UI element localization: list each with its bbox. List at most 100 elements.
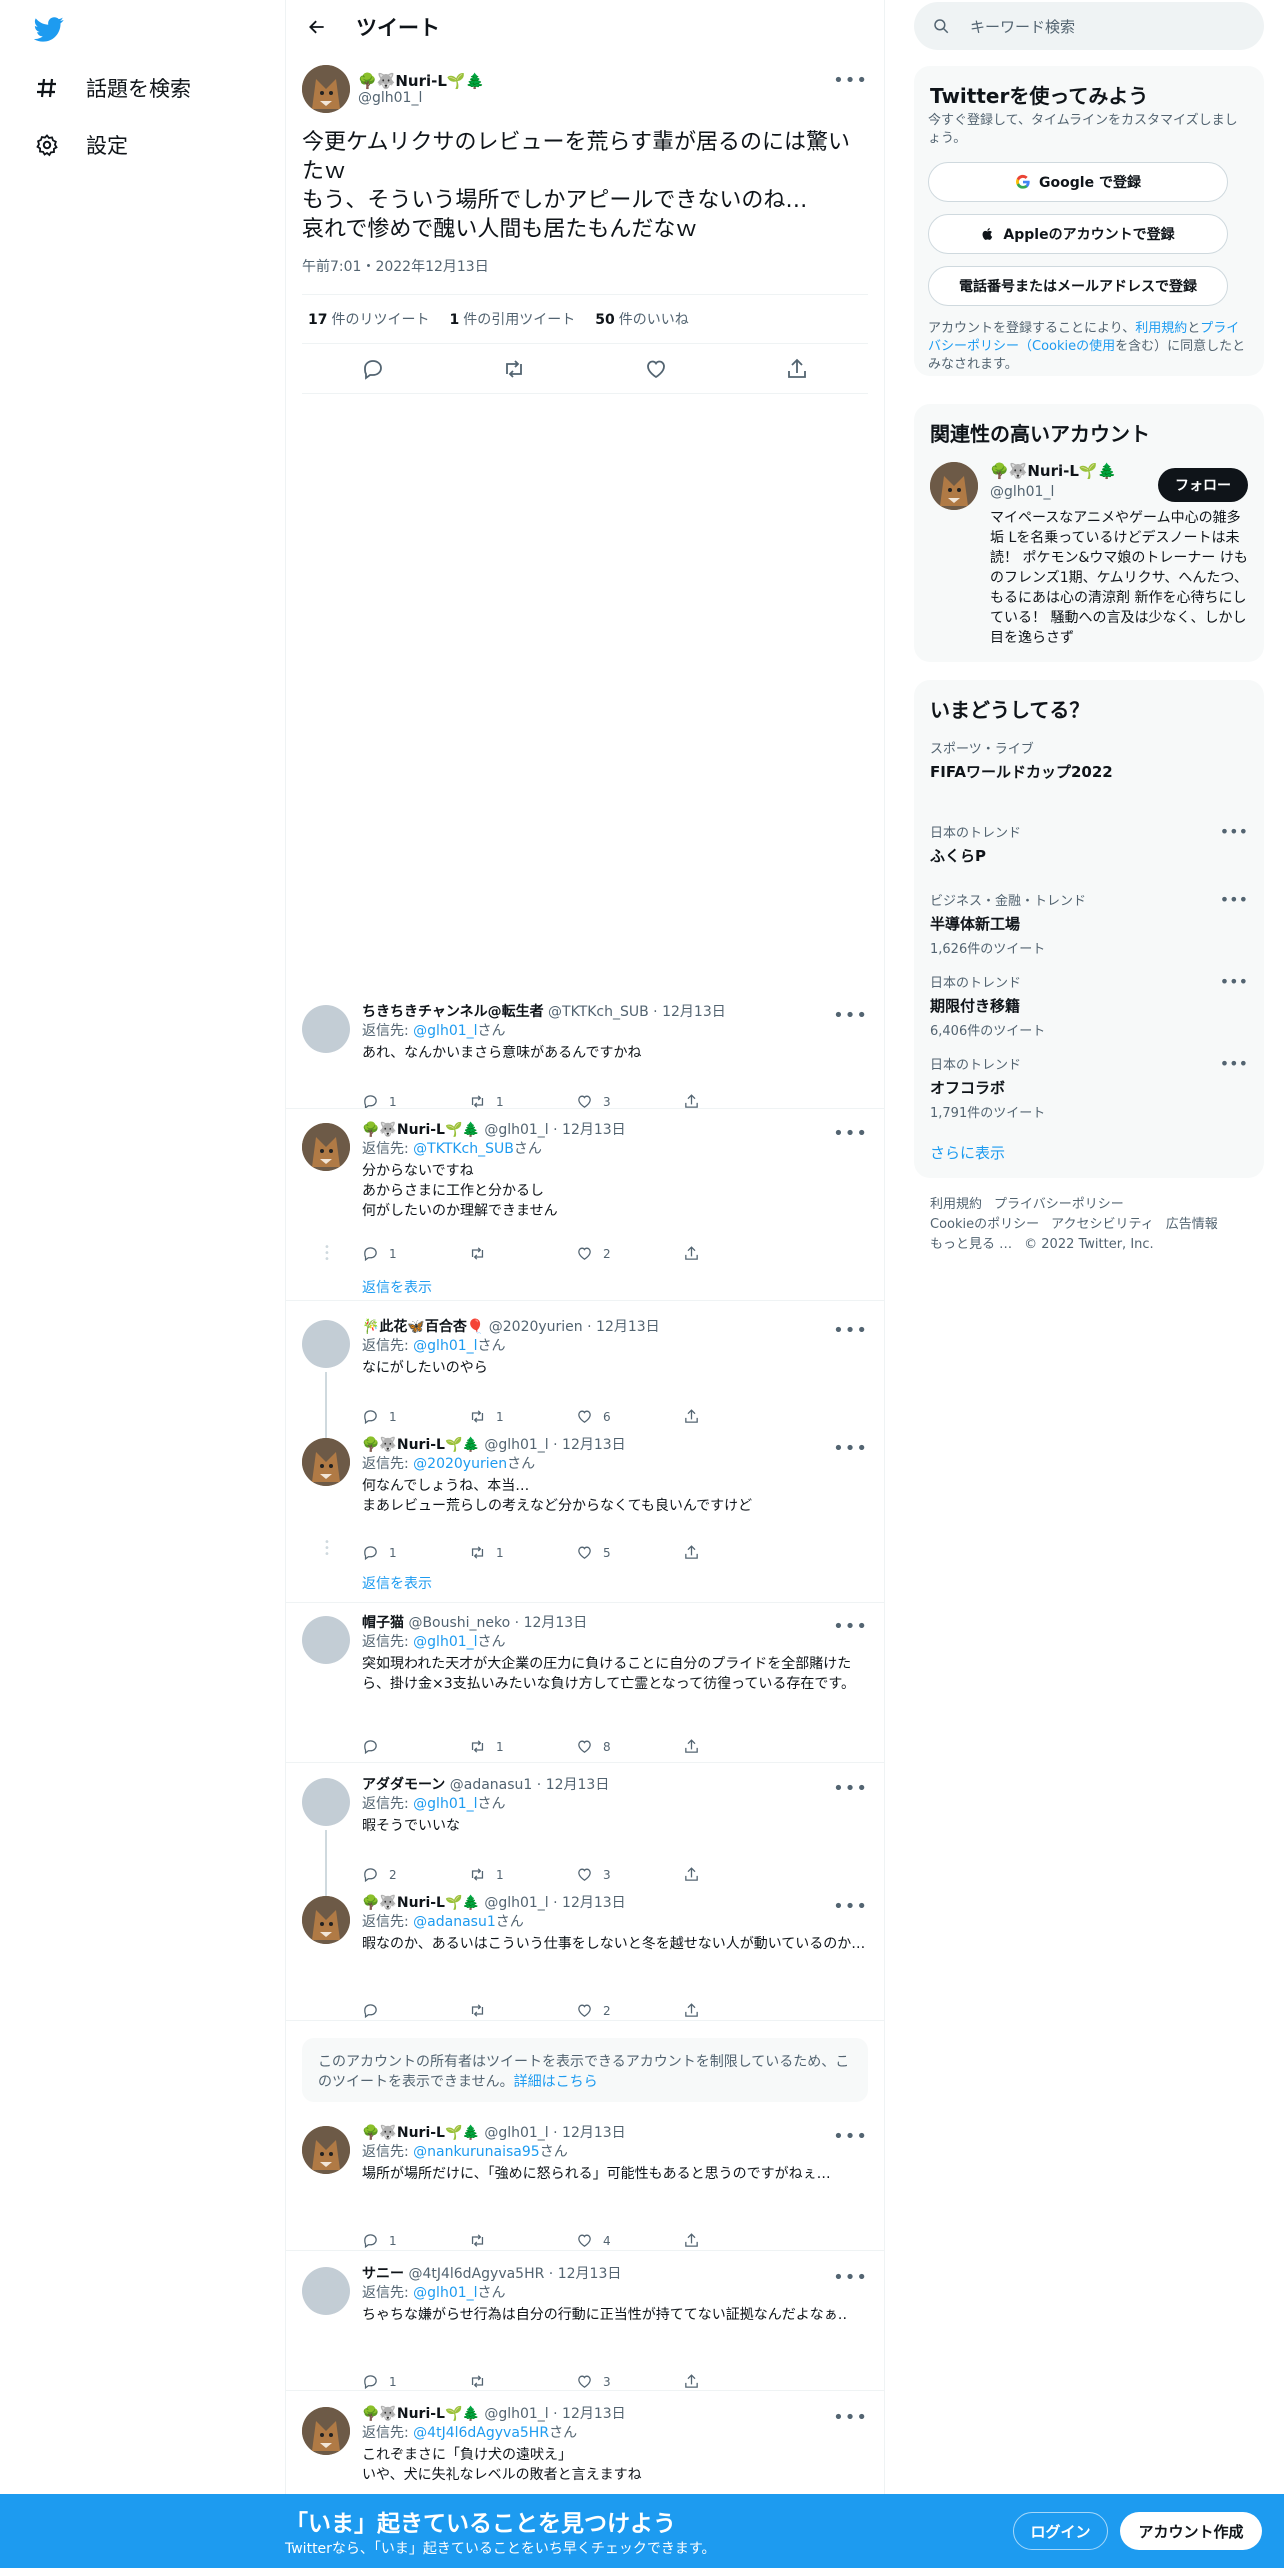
retweet-button[interactable]: 1 — [469, 1866, 576, 1883]
reply-tweet[interactable]: 🎋此花🦋百合杏🎈 @2020yurien · 12月13日 返信先: @glh0… — [286, 1310, 884, 1472]
trend-item[interactable]: 日本のトレンド オフコラボ 1,791件のツイート ••• — [930, 1054, 1248, 1121]
reply-tweet[interactable]: ちきちきチャンネル@転生者 @TKTKch_SUB · 12月13日 返信先: … — [286, 995, 884, 1115]
trend-item[interactable]: 日本のトレンド ふくらP ••• — [930, 822, 1248, 866]
reply-button[interactable]: 1 — [362, 1408, 469, 1425]
footer-link-more[interactable]: もっと見る … — [930, 1237, 1012, 1252]
reply-author-handle[interactable]: @2020yurien — [489, 1319, 583, 1335]
more-options-icon[interactable]: ••• — [833, 2126, 868, 2147]
like-button[interactable]: 4 — [576, 2232, 683, 2249]
retweet-button[interactable]: 1 — [469, 1408, 576, 1425]
main-tweet-author[interactable]: 🌳🐺Nuri-L🌱🌲 @glh01_l ••• — [302, 64, 868, 114]
more-options-icon[interactable]: ••• — [833, 1616, 868, 1637]
retweet-button[interactable]: 1 — [469, 1544, 576, 1561]
more-options-icon[interactable]: ••• — [833, 2407, 868, 2428]
reply-author-handle[interactable]: @glh01_l — [484, 2406, 548, 2422]
footer-link-terms[interactable]: 利用規約 — [930, 1197, 982, 1212]
trend-more-icon[interactable]: ••• — [1220, 1054, 1248, 1073]
reply-author-name[interactable]: 🌳🐺Nuri-L🌱🌲 — [362, 2406, 480, 2422]
reply-to-link[interactable]: @4tJ4l6dAgyva5HR — [413, 2425, 549, 2441]
follow-button[interactable]: フォロー — [1158, 468, 1248, 502]
reply-to-link[interactable]: @nankurunaisa95 — [413, 2144, 540, 2160]
share-button[interactable] — [683, 2373, 790, 2390]
like-button[interactable]: 3 — [576, 2373, 683, 2390]
reply-to-link[interactable]: @glh01_l — [413, 1338, 477, 1354]
reply-to-link[interactable]: @glh01_l — [413, 1796, 477, 1812]
reply-author-name[interactable]: 🌳🐺Nuri-L🌱🌲 — [362, 2125, 480, 2141]
avatar[interactable] — [302, 1896, 350, 1944]
likes-stat[interactable]: 50 件のいいね — [595, 309, 688, 329]
avatar[interactable] — [302, 1005, 350, 1053]
share-button[interactable] — [683, 1738, 790, 1755]
avatar[interactable] — [302, 2267, 350, 2315]
share-icon[interactable] — [785, 357, 809, 381]
reply-tweet[interactable]: 🌳🐺Nuri-L🌱🌲 @glh01_l · 12月13日 返信先: @2020y… — [286, 1428, 884, 1566]
reply-date[interactable]: 12月13日 — [524, 1615, 588, 1631]
trend-item[interactable]: スポーツ・ライブ FIFAワールドカップ2022 — [930, 738, 1248, 782]
reply-to-link[interactable]: @glh01_l — [413, 1634, 477, 1650]
reply-to-link[interactable]: @2020yurien — [413, 1456, 507, 1472]
reply-button[interactable]: 2 — [362, 1866, 469, 1883]
reply-author-name[interactable]: 🎋此花🦋百合杏🎈 — [362, 1319, 484, 1335]
like-icon[interactable] — [644, 357, 668, 381]
reply-button[interactable]: 1 — [362, 2232, 469, 2249]
reply-author-handle[interactable]: @glh01_l — [484, 1122, 548, 1138]
reply-author-handle[interactable]: @Boushi_neko — [408, 1615, 510, 1631]
reply-author-name[interactable]: 🌳🐺Nuri-L🌱🌲 — [362, 1122, 480, 1138]
reply-tweet[interactable]: 🌳🐺Nuri-L🌱🌲 @glh01_l · 12月13日 返信先: @adana… — [286, 1886, 884, 2024]
reply-button[interactable]: 1 — [362, 1544, 469, 1561]
nav-settings[interactable]: 設定 — [34, 130, 128, 160]
twitter-logo-icon[interactable] — [34, 14, 64, 44]
share-button[interactable] — [683, 1245, 790, 1262]
reply-author-handle[interactable]: @glh01_l — [484, 1895, 548, 1911]
reply-button[interactable] — [362, 2002, 469, 2019]
nav-explore[interactable]: 話題を検索 — [34, 73, 191, 103]
like-button[interactable]: 3 — [576, 1866, 683, 1883]
more-options-icon[interactable]: ••• — [833, 1896, 868, 1917]
reply-to-link[interactable]: @TKTKch_SUB — [413, 1141, 514, 1157]
reply-date[interactable]: 12月13日 — [562, 1895, 626, 1911]
avatar[interactable] — [302, 1778, 350, 1826]
avatar[interactable] — [930, 462, 978, 510]
like-button[interactable]: 5 — [576, 1544, 683, 1561]
retweet-button[interactable] — [469, 2232, 576, 2249]
reply-author-name[interactable]: ちきちきチャンネル@転生者 — [362, 1004, 544, 1020]
like-button[interactable]: 6 — [576, 1408, 683, 1425]
like-button[interactable]: 2 — [576, 1245, 683, 1262]
more-options-icon[interactable]: ••• — [833, 1123, 868, 1144]
reply-date[interactable]: 12月13日 — [596, 1319, 660, 1335]
quotes-stat[interactable]: 1 件の引用ツイート — [449, 309, 575, 329]
avatar[interactable] — [302, 2407, 350, 2455]
retweets-stat[interactable]: 17 件のリツイート — [308, 309, 429, 329]
signup-button[interactable]: アカウント作成 — [1120, 2512, 1262, 2550]
share-button[interactable] — [683, 1866, 790, 1883]
login-button[interactable]: ログイン — [1013, 2512, 1108, 2550]
more-options-icon[interactable]: ••• — [833, 1778, 868, 1799]
reply-tweet[interactable]: サニー @4tJ4l6dAgyva5HR · 12月13日 返信先: @glh0… — [286, 2257, 884, 2395]
reply-author-name[interactable]: サニー — [362, 2266, 404, 2282]
footer-link-cookie[interactable]: Cookieのポリシー — [930, 1217, 1039, 1232]
apple-signup-button[interactable]: Appleのアカウントで登録 — [928, 214, 1228, 254]
share-button[interactable] — [683, 2232, 790, 2249]
reply-button[interactable]: 1 — [362, 2373, 469, 2390]
avatar[interactable] — [302, 2126, 350, 2174]
retweet-button[interactable]: 1 — [469, 1738, 576, 1755]
retweet-button[interactable] — [469, 1245, 576, 1262]
reply-to-link[interactable]: @glh01_l — [413, 2285, 477, 2301]
share-button[interactable] — [683, 2002, 790, 2019]
reply-tweet[interactable]: 🌳🐺Nuri-L🌱🌲 @glh01_l · 12月13日 返信先: @nanku… — [286, 2116, 884, 2254]
more-options-icon[interactable]: ••• — [833, 2267, 868, 2288]
trend-more-icon[interactable]: ••• — [1220, 890, 1248, 909]
retweet-button[interactable] — [469, 2373, 576, 2390]
reply-date[interactable]: 12月13日 — [562, 1122, 626, 1138]
tweet-timestamp[interactable]: 午前7:01・2022年12月13日 — [302, 256, 868, 276]
reply-date[interactable]: 12月13日 — [562, 2125, 626, 2141]
reply-author-handle[interactable]: @glh01_l — [484, 1437, 548, 1453]
retweet-icon[interactable] — [502, 357, 526, 381]
footer-link-privacy[interactable]: プライバシーポリシー — [994, 1197, 1124, 1212]
reply-author-handle[interactable]: @glh01_l — [484, 2125, 548, 2141]
reply-author-name[interactable]: 🌳🐺Nuri-L🌱🌲 — [362, 1895, 480, 1911]
relevant-handle[interactable]: @glh01_l — [990, 484, 1054, 500]
reply-tweet[interactable]: 帽子猫 @Boushi_neko · 12月13日 返信先: @glh01_lさ… — [286, 1606, 884, 1760]
share-button[interactable] — [683, 1408, 790, 1425]
show-replies-link[interactable]: 返信を表示 — [362, 1573, 432, 1593]
